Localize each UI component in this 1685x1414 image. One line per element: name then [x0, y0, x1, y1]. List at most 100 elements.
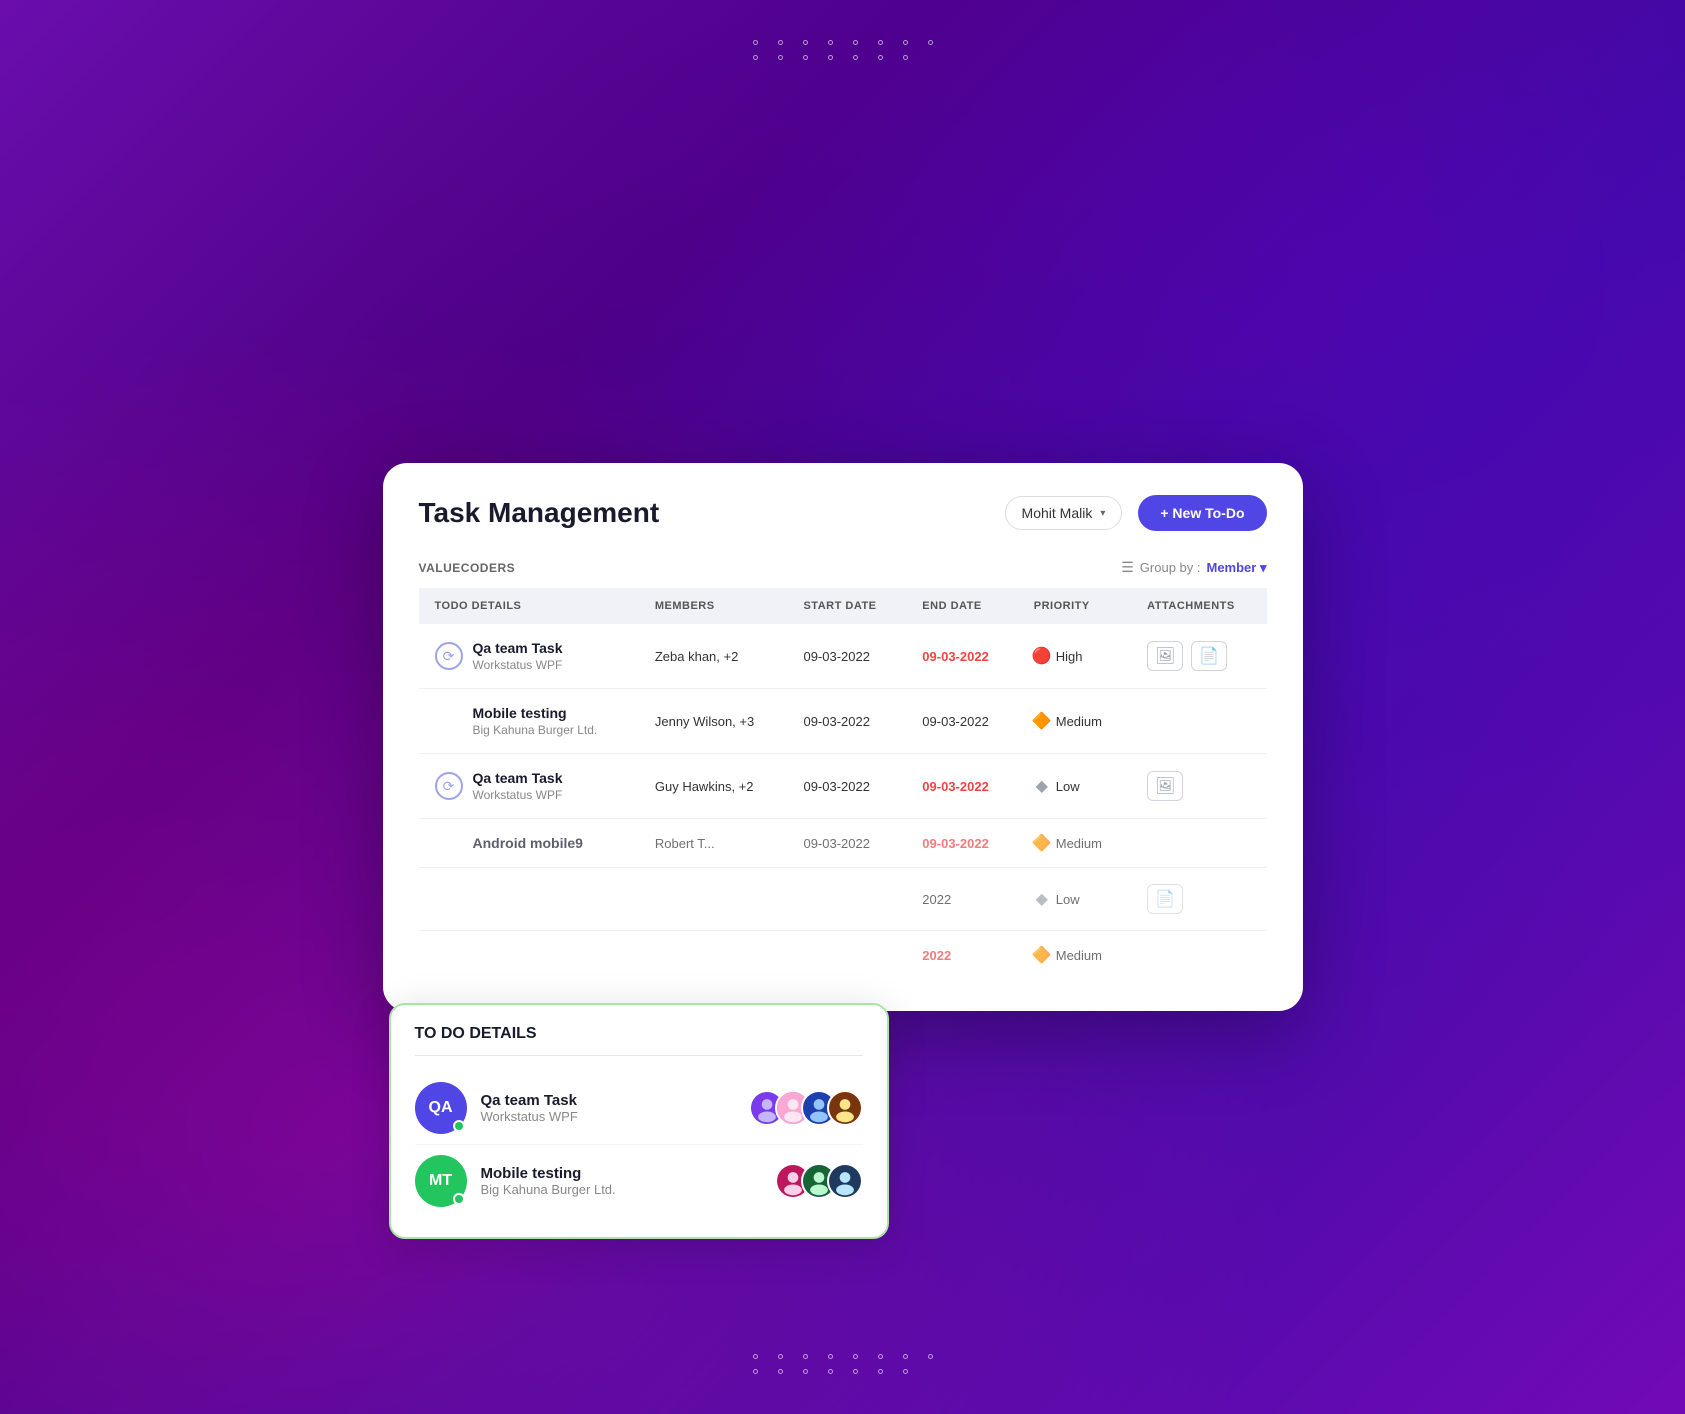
- priority-label: Low: [1056, 892, 1080, 907]
- priority-label: Medium: [1056, 714, 1102, 729]
- task-org: Big Kahuna Burger Ltd.: [473, 723, 598, 737]
- avatar: MT: [415, 1155, 467, 1207]
- task-name: Android mobile9: [473, 835, 583, 851]
- task-name: Qa team Task: [473, 640, 563, 656]
- col-priority: PRIORITY: [1018, 588, 1131, 624]
- members-cell: Guy Hawkins, +2: [639, 754, 788, 819]
- image-attachment-icon[interactable]: 🖼: [1147, 771, 1183, 801]
- tooltip-card: TO DO DETAILS QA Qa team Task Workstatus…: [389, 1003, 889, 1239]
- online-indicator: [453, 1120, 465, 1132]
- page-title: Task Management: [419, 497, 660, 529]
- tooltip-task-name: Qa team Task: [481, 1092, 578, 1109]
- header-right: Mohit Malik ▾ + New To-Do: [1005, 495, 1267, 531]
- doc-attachment-icon[interactable]: 📄: [1147, 884, 1183, 914]
- user-name: Mohit Malik: [1022, 505, 1093, 521]
- attachments-cell: 🖼 📄: [1131, 624, 1266, 689]
- tooltip-item-left: QA Qa team Task Workstatus WPF: [415, 1082, 578, 1134]
- tooltip-item: QA Qa team Task Workstatus WPF: [415, 1072, 863, 1144]
- member-avatars: [775, 1163, 863, 1199]
- chevron-down-icon: ▾: [1100, 508, 1105, 519]
- start-date-cell: 09-03-2022: [787, 754, 906, 819]
- dot-grid-top: [753, 40, 933, 60]
- priority-icon: ◆: [1034, 891, 1050, 907]
- online-indicator: [453, 1193, 465, 1205]
- end-date-cell: 09-03-2022: [906, 624, 1017, 689]
- member-avatars: [749, 1090, 863, 1126]
- task-details-cell: [419, 868, 639, 931]
- table-container: TODO DETAILS MEMBERS START DATE END DATE…: [419, 588, 1267, 979]
- start-date-cell: 09-03-2022: [787, 689, 906, 754]
- priority-label: Medium: [1056, 948, 1102, 963]
- attachments-cell: [1131, 819, 1266, 868]
- new-todo-button[interactable]: + New To-Do: [1138, 495, 1266, 531]
- image-attachment-icon[interactable]: 🖼: [1147, 641, 1183, 671]
- filter-icon: ☰: [1121, 559, 1134, 576]
- tooltip-task-name: Mobile testing: [481, 1165, 616, 1182]
- start-date-cell: 09-03-2022: [787, 819, 906, 868]
- priority-cell: 🔶 Medium: [1018, 689, 1131, 754]
- start-date-cell: 09-03-2022: [787, 624, 906, 689]
- tooltip-item: MT Mobile testing Big Kahuna Burger Ltd.: [415, 1144, 863, 1217]
- col-end-date: END DATE: [906, 588, 1017, 624]
- end-date-cell: 09-03-2022: [906, 819, 1017, 868]
- group-by-label: Group by :: [1140, 560, 1201, 575]
- members-cell: Jenny Wilson, +3: [639, 689, 788, 754]
- task-details-cell: Mobile testing Big Kahuna Burger Ltd.: [419, 689, 639, 754]
- attachments-cell: [1131, 931, 1266, 980]
- group-by-control: ☰ Group by : Member ▾: [1121, 559, 1266, 576]
- task-name: Qa team Task: [473, 770, 563, 786]
- tooltip-overlay: TO DO DETAILS QA Qa team Task Workstatus…: [389, 1003, 889, 1239]
- priority-label: High: [1056, 649, 1083, 664]
- start-date-cell: [787, 931, 906, 980]
- attachments-cell: 📄: [1131, 868, 1266, 931]
- priority-cell: 🔶 Medium: [1018, 931, 1131, 980]
- tooltip-title: TO DO DETAILS: [415, 1025, 863, 1056]
- dot-grid-bottom: [753, 1354, 933, 1374]
- col-members: MEMBERS: [639, 588, 788, 624]
- members-cell: [639, 868, 788, 931]
- table-row[interactable]: ⟳ Qa team Task Workstatus WPF Zeba khan,…: [419, 624, 1267, 689]
- task-icon: ⟳: [435, 642, 463, 670]
- org-label: VALUECODERS: [419, 561, 516, 575]
- priority-cell: ◆ Low: [1018, 868, 1131, 931]
- attachments-cell: [1131, 689, 1266, 754]
- priority-cell: 🔴 High: [1018, 624, 1131, 689]
- table-row[interactable]: Mobile testing Big Kahuna Burger Ltd. Je…: [419, 689, 1267, 754]
- members-cell: [639, 931, 788, 980]
- priority-icon: 🔶: [1034, 713, 1050, 729]
- header: Task Management Mohit Malik ▾ + New To-D…: [419, 495, 1267, 531]
- priority-icon: 🔶: [1034, 947, 1050, 963]
- members-cell: Robert T...: [639, 819, 788, 868]
- group-by-value[interactable]: Member ▾: [1207, 560, 1267, 576]
- table-row[interactable]: Android mobile9 Robert T... 09-03-2022 0…: [419, 819, 1267, 868]
- task-details-cell: [419, 931, 639, 980]
- task-org: Workstatus WPF: [473, 788, 563, 802]
- end-date-cell: 09-03-2022: [906, 689, 1017, 754]
- task-name: Mobile testing: [473, 705, 598, 721]
- task-details-cell: ⟳ Qa team Task Workstatus WPF: [419, 624, 639, 689]
- doc-attachment-icon[interactable]: 📄: [1191, 641, 1227, 671]
- task-details-cell: ⟳ Qa team Task Workstatus WPF: [419, 754, 639, 819]
- tasks-table: TODO DETAILS MEMBERS START DATE END DATE…: [419, 588, 1267, 979]
- priority-icon: ◆: [1034, 778, 1050, 794]
- priority-label: Low: [1056, 779, 1080, 794]
- table-row[interactable]: ⟳ Qa team Task Workstatus WPF Guy Hawkin…: [419, 754, 1267, 819]
- table-header-row: TODO DETAILS MEMBERS START DATE END DATE…: [419, 588, 1267, 624]
- priority-icon: 🔶: [1034, 835, 1050, 851]
- col-start-date: START DATE: [787, 588, 906, 624]
- tooltip-item-left: MT Mobile testing Big Kahuna Burger Ltd.: [415, 1155, 616, 1207]
- priority-icon: 🔴: [1034, 648, 1050, 664]
- avatar: QA: [415, 1082, 467, 1134]
- end-date-cell: 2022: [906, 931, 1017, 980]
- user-dropdown[interactable]: Mohit Malik ▾: [1005, 496, 1123, 530]
- priority-cell: 🔶 Medium: [1018, 819, 1131, 868]
- member-avatar: [827, 1090, 863, 1126]
- col-attachments: ATTACHMENTS: [1131, 588, 1266, 624]
- start-date-cell: [787, 868, 906, 931]
- end-date-cell: 2022: [906, 868, 1017, 931]
- table-row[interactable]: 2022 ◆ Low 📄: [419, 868, 1267, 931]
- task-details-cell: Android mobile9: [419, 819, 639, 868]
- table-row[interactable]: 2022 🔶 Medium: [419, 931, 1267, 980]
- col-todo-details: TODO DETAILS: [419, 588, 639, 624]
- attachments-cell: 🖼: [1131, 754, 1266, 819]
